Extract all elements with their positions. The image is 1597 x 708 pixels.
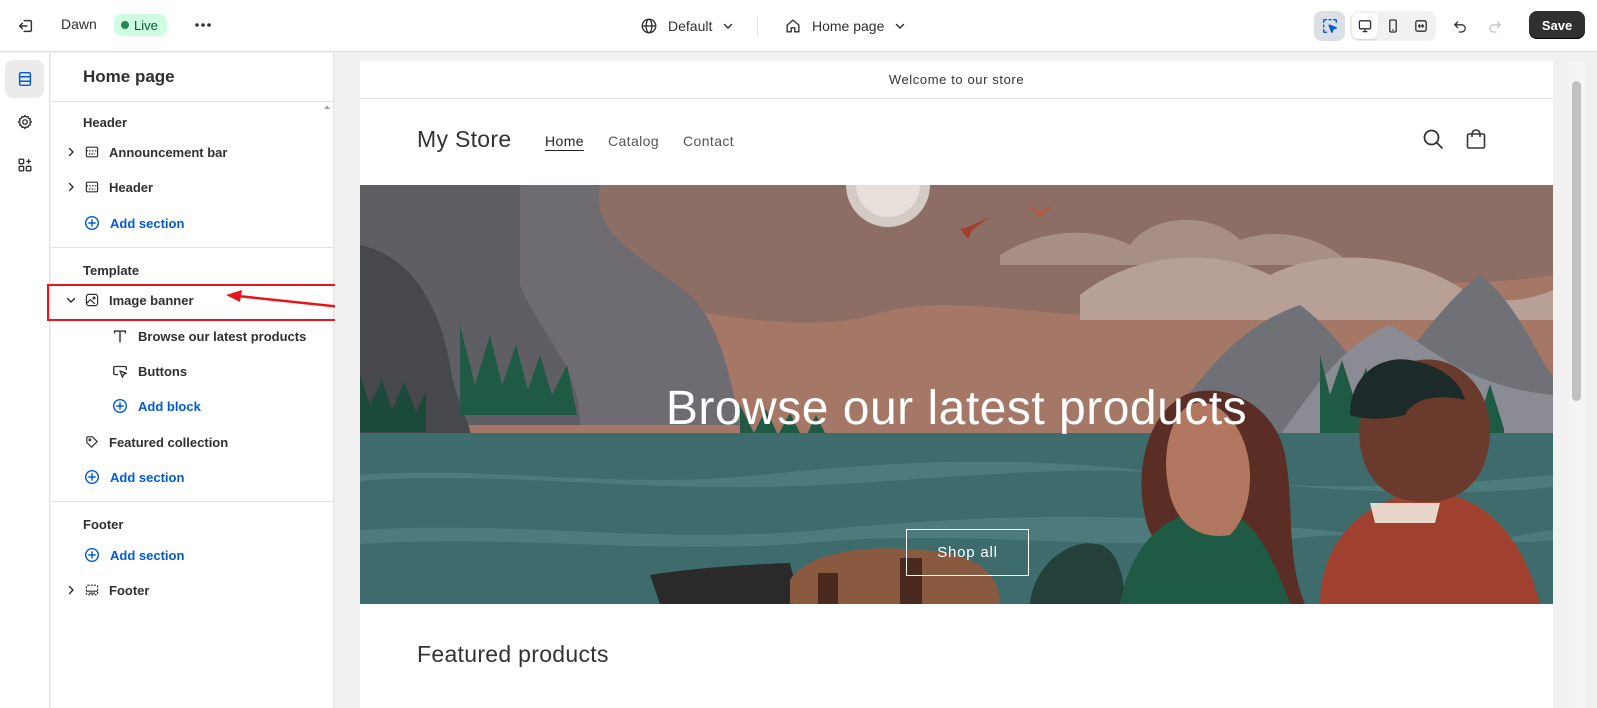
chevron-right-icon[interactable] (63, 582, 79, 598)
topbar-divider (757, 16, 758, 36)
sections-sidebar: Home page Header Announcement bar Header… (51, 53, 334, 708)
tag-icon (83, 433, 101, 451)
section-label: Featured collection (109, 434, 229, 450)
live-dot-icon (121, 21, 129, 29)
section-label: Footer (109, 582, 150, 598)
apps-icon[interactable] (5, 146, 44, 184)
home-icon (784, 17, 802, 35)
section-label: Header (109, 179, 154, 195)
live-label: Live (134, 17, 158, 33)
save-button[interactable]: Save (1529, 11, 1585, 39)
group-label-header: Header (83, 115, 128, 130)
section-label: Announcement bar (109, 144, 228, 160)
chevron-down-icon (894, 20, 906, 32)
mobile-icon[interactable] (1380, 13, 1406, 39)
store-preview[interactable]: Welcome to our store My Store Home Catal… (360, 61, 1553, 708)
desktop-icon[interactable] (1352, 13, 1378, 39)
inspector-toggle[interactable] (1314, 11, 1345, 41)
viewport-switcher (1350, 11, 1436, 41)
gear-icon[interactable] (5, 103, 44, 141)
block-buttons[interactable]: Buttons (111, 359, 187, 383)
left-rail (0, 53, 50, 708)
globe-icon (640, 17, 658, 35)
add-section-label: Add section (110, 469, 185, 485)
store-header[interactable]: My Store Home Catalog Contact (360, 99, 1553, 183)
block-heading[interactable]: Browse our latest products (111, 324, 306, 348)
section-announcement-bar[interactable]: Announcement bar (63, 138, 325, 166)
image-icon (83, 291, 101, 309)
inspector-icon[interactable] (1314, 11, 1345, 41)
section-layout-icon (83, 178, 101, 196)
sections-icon[interactable] (5, 60, 44, 98)
store-logo-text[interactable]: My Store (417, 126, 511, 153)
text-icon (111, 327, 129, 345)
add-block-label: Add block (138, 398, 201, 414)
live-badge: Live (114, 14, 167, 36)
divider (51, 247, 334, 248)
more-icon[interactable] (191, 14, 215, 36)
image-banner[interactable]: Browse our latest products Shop all (360, 185, 1553, 604)
sidebar-title: Home page (83, 67, 175, 86)
group-label-template: Template (83, 263, 140, 278)
add-section-template-button[interactable]: Add section (83, 465, 184, 489)
redo-icon[interactable] (1482, 13, 1508, 39)
block-label: Buttons (138, 363, 188, 379)
template-selector[interactable]: Default (640, 13, 734, 39)
group-label-footer: Footer (83, 517, 124, 532)
plus-circle-icon (83, 546, 101, 564)
page-selector-label: Home page (812, 18, 885, 34)
scrollbar-thumb[interactable] (1572, 81, 1581, 401)
add-block-button[interactable]: Add block (111, 394, 201, 418)
button-icon (111, 362, 129, 380)
section-layout-icon (83, 143, 101, 161)
chevron-right-icon[interactable] (63, 144, 79, 160)
block-label: Browse our latest products (138, 328, 307, 344)
store-nav: Home Catalog Contact (545, 133, 734, 149)
exit-icon[interactable] (15, 15, 37, 37)
section-label: Image banner (109, 292, 194, 308)
plus-circle-icon (83, 214, 101, 232)
add-section-label: Add section (110, 547, 185, 563)
add-section-footer-button[interactable]: Add section (83, 543, 184, 567)
section-footer[interactable]: Footer (63, 576, 325, 604)
chevron-down-icon[interactable] (63, 292, 79, 308)
featured-products-heading[interactable]: Featured products (417, 641, 609, 668)
section-featured-collection[interactable]: Featured collection (63, 428, 325, 456)
divider (51, 101, 334, 102)
section-image-banner[interactable]: Image banner (63, 286, 325, 314)
announcement-bar[interactable]: Welcome to our store (360, 61, 1553, 99)
banner-heading[interactable]: Browse our latest products (360, 381, 1553, 436)
cart-icon[interactable] (1463, 126, 1489, 152)
chevron-right-icon[interactable] (63, 179, 79, 195)
footer-layout-icon (83, 581, 101, 599)
theme-name: Dawn (61, 16, 97, 32)
page-selector[interactable]: Home page (784, 13, 906, 39)
add-section-header-button[interactable]: Add section (83, 211, 184, 235)
template-selector-label: Default (668, 18, 713, 34)
chevron-down-icon (722, 20, 734, 32)
nav-link-home[interactable]: Home (545, 133, 584, 149)
preview-scrollbar[interactable] (1569, 61, 1585, 708)
plus-circle-icon (83, 468, 101, 486)
fullscreen-icon[interactable] (1408, 13, 1434, 39)
top-bar: Dawn Live Default Home page Save (0, 0, 1597, 52)
nav-link-catalog[interactable]: Catalog (608, 133, 659, 149)
undo-icon[interactable] (1447, 13, 1473, 39)
divider (51, 501, 334, 502)
shop-all-button[interactable]: Shop all (906, 529, 1029, 576)
section-header[interactable]: Header (63, 173, 325, 201)
add-section-label: Add section (110, 215, 185, 231)
nav-link-contact[interactable]: Contact (683, 133, 734, 149)
plus-circle-icon (111, 397, 129, 415)
search-icon[interactable] (1420, 126, 1446, 152)
